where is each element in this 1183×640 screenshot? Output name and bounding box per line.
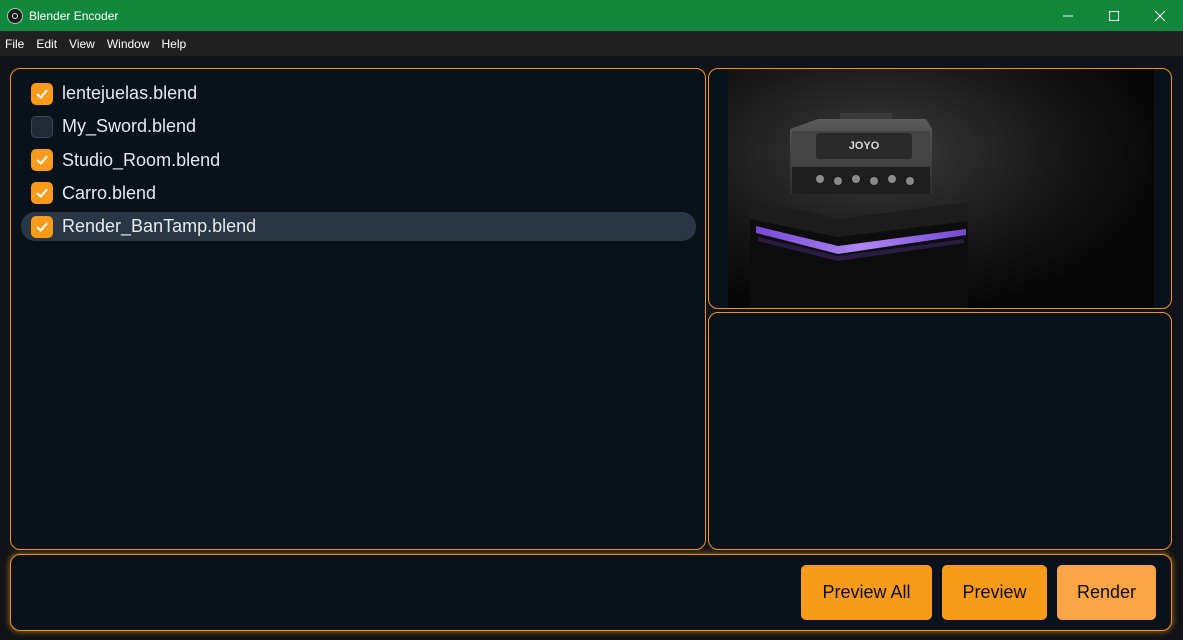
checkmark-icon: [36, 89, 48, 98]
maximize-button[interactable]: [1091, 0, 1137, 31]
close-button[interactable]: [1137, 0, 1183, 31]
checkmark-icon: [36, 222, 48, 232]
main-content: lentejuelas.blend My_Sword.blend Studio_…: [0, 56, 1183, 640]
file-name: Render_BanTamp.blend: [62, 216, 257, 237]
file-checkbox[interactable]: [31, 215, 53, 238]
window-controls: [1045, 0, 1183, 31]
file-name: Carro.blend: [62, 182, 157, 203]
maximize-icon: [1109, 10, 1119, 21]
file-row-studio-room[interactable]: Studio_Room.blend: [21, 146, 696, 175]
menu-edit[interactable]: Edit: [30, 31, 63, 56]
render-preview-panel: JOYO: [708, 68, 1172, 309]
minimize-button[interactable]: [1045, 0, 1091, 31]
file-checkbox[interactable]: [31, 182, 53, 205]
amp-logo-text: JOYO: [849, 140, 880, 152]
file-checkbox[interactable]: [31, 82, 53, 105]
file-name: Studio_Room.blend: [62, 149, 221, 170]
minimize-icon: [1063, 15, 1073, 16]
app-window: Blender Encoder File Edit View Window He…: [0, 0, 1183, 640]
menu-bar: File Edit View Window Help: [0, 31, 1183, 56]
menu-help[interactable]: Help: [156, 31, 193, 56]
action-bar: Preview All Preview Render: [10, 554, 1172, 631]
details-panel: [708, 312, 1172, 550]
file-checkbox[interactable]: [31, 115, 53, 138]
file-row-lentejuelas[interactable]: lentejuelas.blend: [21, 79, 696, 108]
file-row-carro[interactable]: Carro.blend: [21, 179, 696, 208]
file-name: My_Sword.blend: [62, 116, 197, 137]
title-bar[interactable]: Blender Encoder: [0, 0, 1183, 31]
window-title: Blender Encoder: [29, 8, 119, 23]
menu-view[interactable]: View: [63, 31, 101, 56]
menu-file[interactable]: File: [0, 31, 30, 56]
file-checkbox[interactable]: [31, 149, 53, 172]
file-row-my-sword[interactable]: My_Sword.blend: [21, 112, 696, 141]
file-row-render-bantamp[interactable]: Render_BanTamp.blend: [21, 212, 696, 242]
menu-window[interactable]: Window: [101, 31, 156, 56]
file-list: lentejuelas.blend My_Sword.blend Studio_…: [21, 79, 696, 245]
file-name: lentejuelas.blend: [62, 83, 198, 103]
preview-button[interactable]: Preview: [942, 565, 1047, 620]
close-icon: [1155, 10, 1165, 21]
file-list-panel: lentejuelas.blend My_Sword.blend Studio_…: [10, 68, 706, 550]
app-icon: [7, 7, 23, 24]
checkmark-icon: [36, 155, 48, 165]
render-preview-image: JOYO: [728, 69, 1154, 308]
checkmark-icon: [36, 189, 48, 198]
render-button[interactable]: Render: [1057, 565, 1156, 620]
preview-all-button[interactable]: Preview All: [801, 565, 932, 620]
